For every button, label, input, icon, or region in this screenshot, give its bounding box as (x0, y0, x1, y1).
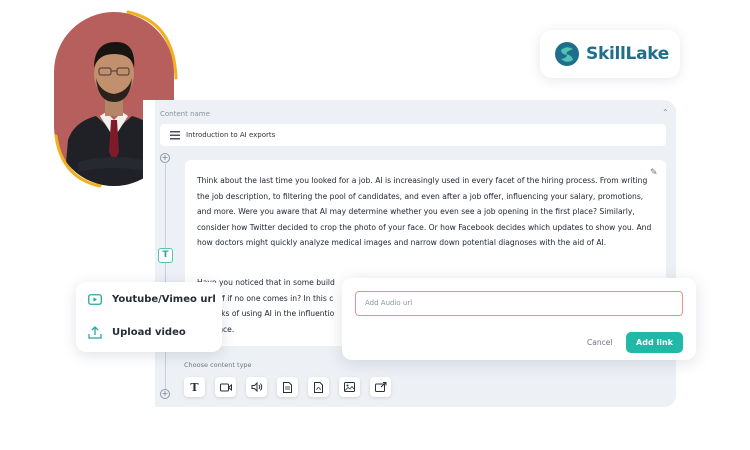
add-block-bottom-icon[interactable]: + (160, 389, 170, 399)
content-editor: Content name ⌃ Introduction to AI export… (143, 100, 676, 407)
text-block-paragraph-1: Think about the last time you looked for… (197, 176, 652, 247)
upload-icon (88, 326, 102, 339)
image-icon (344, 382, 355, 392)
audio-url-dialog: Add Audio url Cancel Add link (342, 278, 696, 360)
choose-content-type-label: Choose content type (184, 361, 252, 369)
pdf-type-button[interactable] (308, 377, 329, 397)
cancel-button[interactable]: Cancel (587, 338, 612, 347)
skilllake-logo-icon (555, 42, 579, 66)
audio-type-button[interactable] (246, 377, 267, 397)
play-icon (88, 294, 102, 305)
chevron-up-icon[interactable]: ⌃ (662, 108, 669, 117)
content-title: Introduction to AI exports (186, 131, 276, 139)
video-type-button[interactable] (215, 377, 236, 397)
text-type-button[interactable]: T (184, 377, 205, 397)
brand-name: SkillLake (586, 44, 670, 64)
content-title-field[interactable]: Introduction to AI exports (160, 124, 666, 146)
embed-icon (374, 382, 386, 392)
speaker-icon (251, 382, 262, 392)
embed-type-button[interactable] (370, 377, 391, 397)
youtube-vimeo-option[interactable]: Youtube/Vimeo url (88, 294, 216, 305)
image-type-button[interactable] (339, 377, 360, 397)
content-name-label: Content name (160, 110, 210, 118)
stage: SkillLake Content name ⌃ Introduction to… (0, 0, 750, 450)
document-type-button[interactable] (277, 377, 298, 397)
document-icon (283, 381, 292, 393)
video-icon (219, 383, 232, 391)
text-icon: T (190, 380, 199, 394)
add-link-button[interactable]: Add link (626, 332, 683, 353)
video-source-menu: Youtube/Vimeo url Upload video (76, 282, 222, 352)
add-block-top-icon[interactable]: + (160, 153, 170, 163)
upload-video-option[interactable]: Upload video (88, 326, 186, 339)
pdf-icon (314, 381, 323, 393)
content-type-toolbar: T (184, 377, 391, 397)
brand-logo: SkillLake (540, 30, 680, 78)
timeline-line (165, 164, 166, 392)
audio-url-input[interactable]: Add Audio url (355, 291, 683, 316)
list-icon (170, 130, 180, 139)
text-block-badge: T (158, 248, 173, 263)
